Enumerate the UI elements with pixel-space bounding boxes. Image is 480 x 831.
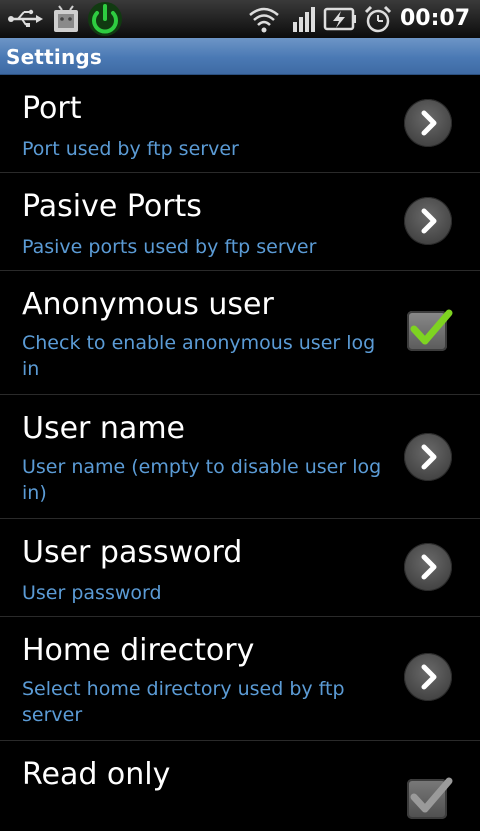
setting-home-directory[interactable]: Home directory Select home directory use…: [0, 617, 480, 741]
setting-anonymous-user[interactable]: Anonymous user Check to enable anonymous…: [0, 271, 480, 395]
title-bar: Settings: [0, 38, 480, 75]
setting-summary: Pasive ports used by ftp server: [22, 236, 317, 258]
anonymous-user-checkbox[interactable]: [407, 309, 453, 351]
status-bar: 00:07: [0, 0, 480, 38]
setting-summary: Port used by ftp server: [22, 138, 239, 160]
setting-port[interactable]: Port Port used by ftp server: [0, 75, 480, 173]
clock-time: 00:07: [399, 6, 470, 31]
chevron-right-icon[interactable]: [404, 433, 452, 481]
battery-charging-icon: [322, 0, 358, 38]
chevron-right-icon[interactable]: [404, 99, 452, 147]
chevron-right-icon[interactable]: [404, 543, 452, 591]
setting-title: Pasive Ports: [22, 189, 202, 224]
setting-summary: User password: [22, 582, 162, 604]
chevron-right-icon[interactable]: [404, 653, 452, 701]
setting-user-name[interactable]: User name User name (empty to disable us…: [0, 395, 480, 519]
setting-summary: User name (empty to disable user log in): [22, 456, 382, 504]
setting-title: Port: [22, 91, 82, 126]
read-only-checkbox[interactable]: [407, 777, 453, 819]
alarm-icon: [362, 0, 394, 38]
power-icon: [86, 0, 124, 38]
settings-list: Port Port used by ftp server Pasive Port…: [0, 75, 480, 831]
wifi-icon: [246, 0, 282, 38]
android-debug-icon: [48, 0, 84, 38]
setting-title: Read only: [22, 757, 171, 792]
chevron-right-icon[interactable]: [404, 197, 452, 245]
setting-summary: Select home directory used by ftp server: [22, 678, 345, 726]
setting-read-only[interactable]: Read only: [0, 741, 480, 831]
setting-summary: Check to enable anonymous user log in: [22, 332, 376, 380]
setting-title: User name: [22, 411, 185, 446]
usb-icon: [6, 0, 44, 38]
setting-title: User password: [22, 535, 243, 570]
setting-user-password[interactable]: User password User password: [0, 519, 480, 617]
setting-title: Home directory: [22, 633, 255, 668]
setting-pasive-ports[interactable]: Pasive Ports Pasive ports used by ftp se…: [0, 173, 480, 271]
setting-title: Anonymous user: [22, 287, 274, 322]
page-title: Settings: [6, 45, 103, 69]
signal-icon: [290, 0, 320, 38]
